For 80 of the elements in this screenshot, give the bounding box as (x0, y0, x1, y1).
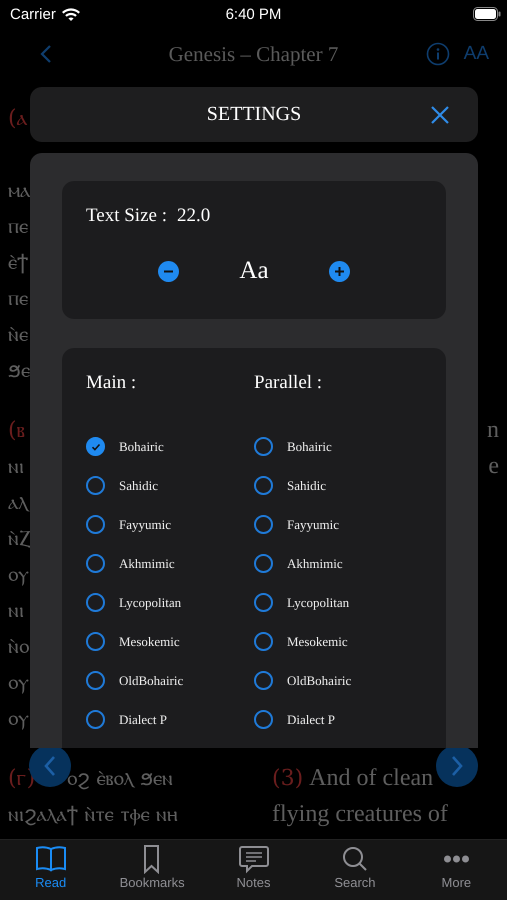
dialect-option[interactable]: Sahidic (254, 466, 422, 505)
text-size-label: Text Size : (86, 205, 167, 227)
dialect-option[interactable]: Mesokemic (86, 622, 254, 661)
dialect-option[interactable]: Bohairic (86, 427, 254, 466)
settings-title: SETTINGS (206, 103, 302, 126)
radio-button[interactable] (86, 554, 105, 573)
radio-button[interactable] (254, 515, 273, 534)
chevron-right-icon (450, 755, 464, 777)
dialect-option[interactable]: Fayyumic (254, 505, 422, 544)
radio-button[interactable] (86, 476, 105, 495)
radio-button[interactable] (254, 437, 273, 456)
radio-button[interactable] (254, 710, 273, 729)
verse-text: ⲡⲉ (8, 286, 28, 310)
verse-text: ⲙⲁ (8, 178, 30, 202)
radio-button[interactable] (254, 632, 273, 651)
radio-button[interactable] (86, 710, 105, 729)
verse-text: ⲛⲓ (8, 454, 24, 478)
clock-label: 6:40 PM (226, 6, 282, 22)
radio-button[interactable] (86, 632, 105, 651)
verse-text: ⲛ̀ⲟ (8, 634, 29, 658)
verse-text: And of clean (309, 764, 434, 792)
dialect-option[interactable]: Bohairic (254, 427, 422, 466)
verse-text: e (488, 452, 499, 480)
verse-number: (3) (272, 766, 304, 790)
battery-icon (473, 7, 501, 21)
verse-text: ⲟⲩ (8, 562, 29, 586)
dialect-option[interactable]: Mesokemic (254, 622, 422, 661)
main-label: Main : (86, 372, 138, 395)
verse-text: ⲁⲗ (8, 490, 28, 514)
tab[interactable]: More (406, 840, 507, 900)
verse-text: ⲛⲓ (8, 598, 24, 622)
close-icon[interactable] (430, 105, 450, 125)
verse-text: flying creatures of (272, 800, 448, 828)
text-size-value: 22.0 (176, 205, 210, 227)
verse-text: ⲟⲩ (8, 670, 29, 694)
dialect-option[interactable]: Dialect P (254, 700, 422, 739)
dialect-option[interactable]: Sahidic (86, 466, 254, 505)
tab[interactable]: Read (0, 840, 102, 900)
radio-button[interactable] (254, 593, 273, 612)
tab[interactable]: Notes (202, 840, 304, 900)
verse-text: n (487, 416, 499, 444)
radio-button[interactable] (86, 437, 105, 456)
chat-bubble-icon (236, 844, 271, 874)
verse-text: ϧⲉ (8, 358, 30, 382)
radio-button[interactable] (254, 671, 273, 690)
chevron-left-icon (43, 755, 57, 777)
tab[interactable]: Search (304, 840, 406, 900)
dialect-option[interactable]: Akhmimic (86, 544, 254, 583)
radio-button[interactable] (254, 554, 273, 573)
verse-text: ⲛ̀Ⲍ (8, 526, 31, 550)
dialect-option[interactable]: Lycopolitan (254, 583, 422, 622)
book-icon (34, 844, 68, 874)
parallel-label: Parallel : (254, 372, 324, 395)
wifi-icon (60, 7, 81, 21)
increase-icon[interactable] (328, 260, 350, 282)
verse-text: ⲉ̀ϯ (8, 250, 28, 274)
decrease-icon[interactable] (158, 260, 180, 282)
tab[interactable]: Bookmarks (101, 840, 203, 900)
radio-button[interactable] (86, 671, 105, 690)
dialect-option[interactable]: OldBohairic (254, 661, 422, 700)
radio-button[interactable] (254, 476, 273, 495)
dialect-option[interactable]: OldBohairic (86, 661, 254, 700)
text-preview: Aa (239, 257, 269, 285)
dialect-option[interactable]: Akhmimic (254, 544, 422, 583)
verse-text: ⲟⲩ (8, 706, 29, 730)
verse-number: (ⲁ (8, 106, 28, 130)
chapter-title: Genesis – Chapter 7 (168, 42, 338, 66)
dialect-option[interactable]: Fayyumic (86, 505, 254, 544)
verse-text: ⲛ̀ⲉ (8, 322, 28, 346)
more-icon (442, 855, 470, 863)
radio-button[interactable] (86, 593, 105, 612)
radio-button[interactable] (86, 515, 105, 534)
dialect-option[interactable]: Lycopolitan (86, 583, 254, 622)
verse-number: (ⲃ (8, 418, 25, 442)
next-chapter-button[interactable] (436, 745, 478, 787)
verse-text: ⲡⲉ (8, 214, 28, 238)
carrier-label: Carrier (10, 6, 56, 22)
dialect-option[interactable]: Dialect P (86, 700, 254, 739)
verse-text: ⲛⲓϩⲁⲗⲁϯ ⲛ̀ⲧⲉ ⲧⲫⲉ ⲛⲏ (8, 802, 178, 826)
verse-text: ⲟϩ ⲉ̀ⲃⲟⲗ ϧⲉⲛ (67, 766, 174, 790)
